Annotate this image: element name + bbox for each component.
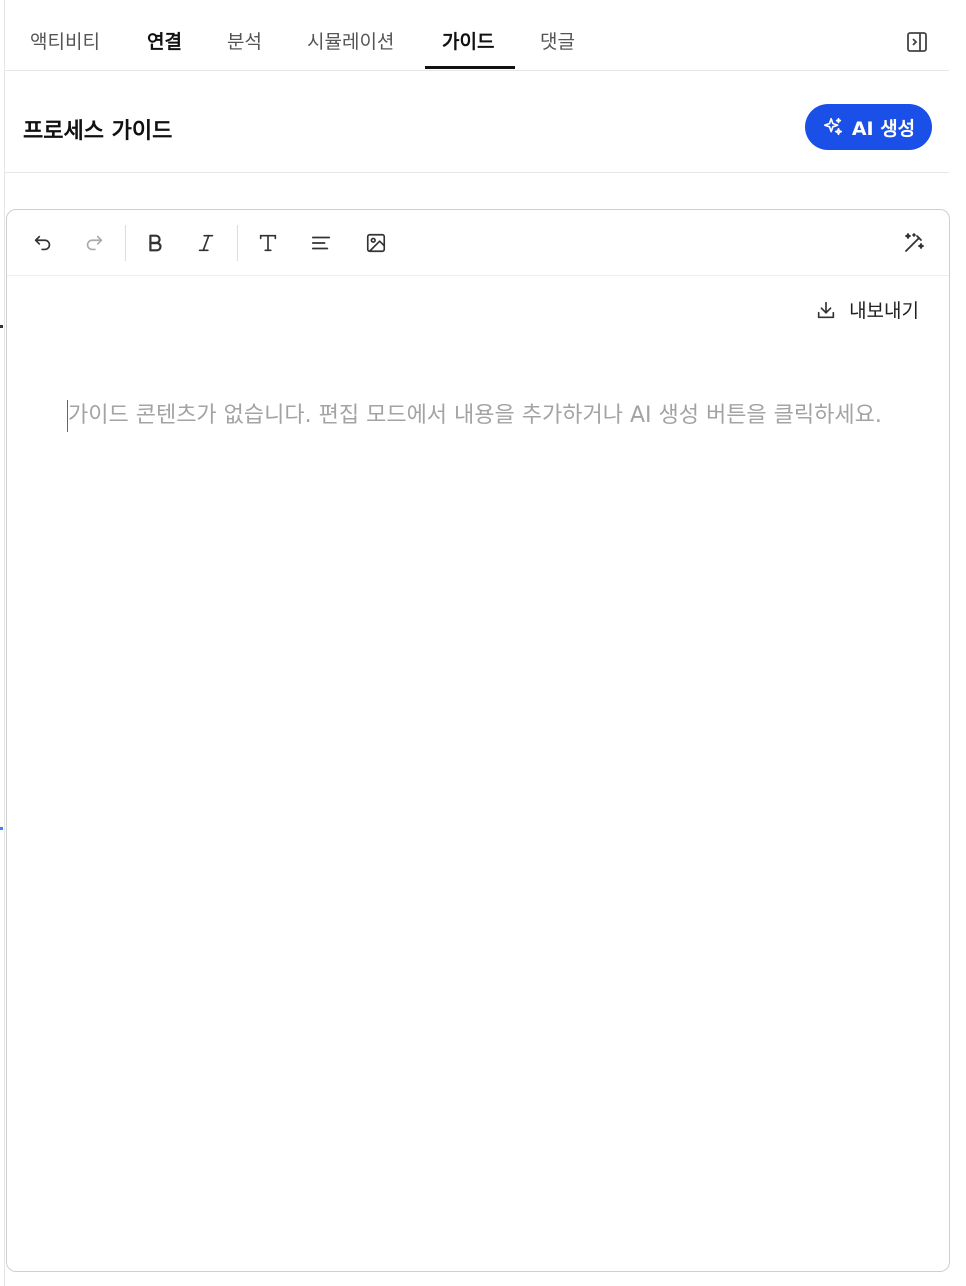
guide-editor: 내보내기 가이드 콘텐츠가 없습니다. 편집 모드에서 내용을 추가하거나 AI… (6, 209, 950, 1272)
tab-bar: 액티비티 연결 분석 시뮬레이션 가이드 댓글 (5, 0, 949, 71)
panel-collapse-icon[interactable] (905, 30, 929, 54)
export-label: 내보내기 (849, 300, 919, 322)
tab-analysis[interactable]: 분석 (227, 0, 262, 70)
redo-icon[interactable] (81, 230, 107, 256)
export-button[interactable]: 내보내기 (815, 296, 919, 323)
italic-icon[interactable] (193, 230, 219, 256)
ai-generate-button[interactable]: AI 생성 (805, 104, 932, 150)
sparkles-icon (822, 116, 844, 138)
editor-placeholder[interactable]: 가이드 콘텐츠가 없습니다. 편집 모드에서 내용을 추가하거나 AI 생성 버… (67, 400, 887, 432)
tab-connection[interactable]: 연결 (147, 0, 182, 70)
guide-header: 프로세스 가이드 AI 생성 (5, 71, 949, 173)
tab-activity[interactable]: 액티비티 (30, 0, 100, 70)
guide-panel: 액티비티 연결 분석 시뮬레이션 가이드 댓글 프로세스 가이드 AI 생성 내… (4, 0, 966, 1286)
toolbar-divider (237, 225, 238, 261)
editor-toolbar (7, 210, 949, 276)
align-left-icon[interactable] (308, 230, 334, 256)
magic-wand-icon[interactable] (901, 230, 927, 256)
undo-icon[interactable] (30, 230, 56, 256)
tab-guide[interactable]: 가이드 (442, 0, 494, 70)
toolbar-divider (125, 225, 126, 261)
edge-mark (0, 827, 3, 830)
download-icon (815, 299, 837, 321)
ai-generate-label: AI 생성 (851, 117, 916, 140)
edge-mark (0, 325, 3, 328)
page-title: 프로세스 가이드 (23, 119, 173, 144)
image-icon[interactable] (363, 230, 389, 256)
tab-simulation[interactable]: 시뮬레이션 (307, 0, 394, 70)
tab-comments[interactable]: 댓글 (540, 0, 575, 70)
text-icon[interactable] (255, 230, 281, 256)
active-tab-indicator (425, 66, 515, 69)
bold-icon[interactable] (142, 230, 168, 256)
